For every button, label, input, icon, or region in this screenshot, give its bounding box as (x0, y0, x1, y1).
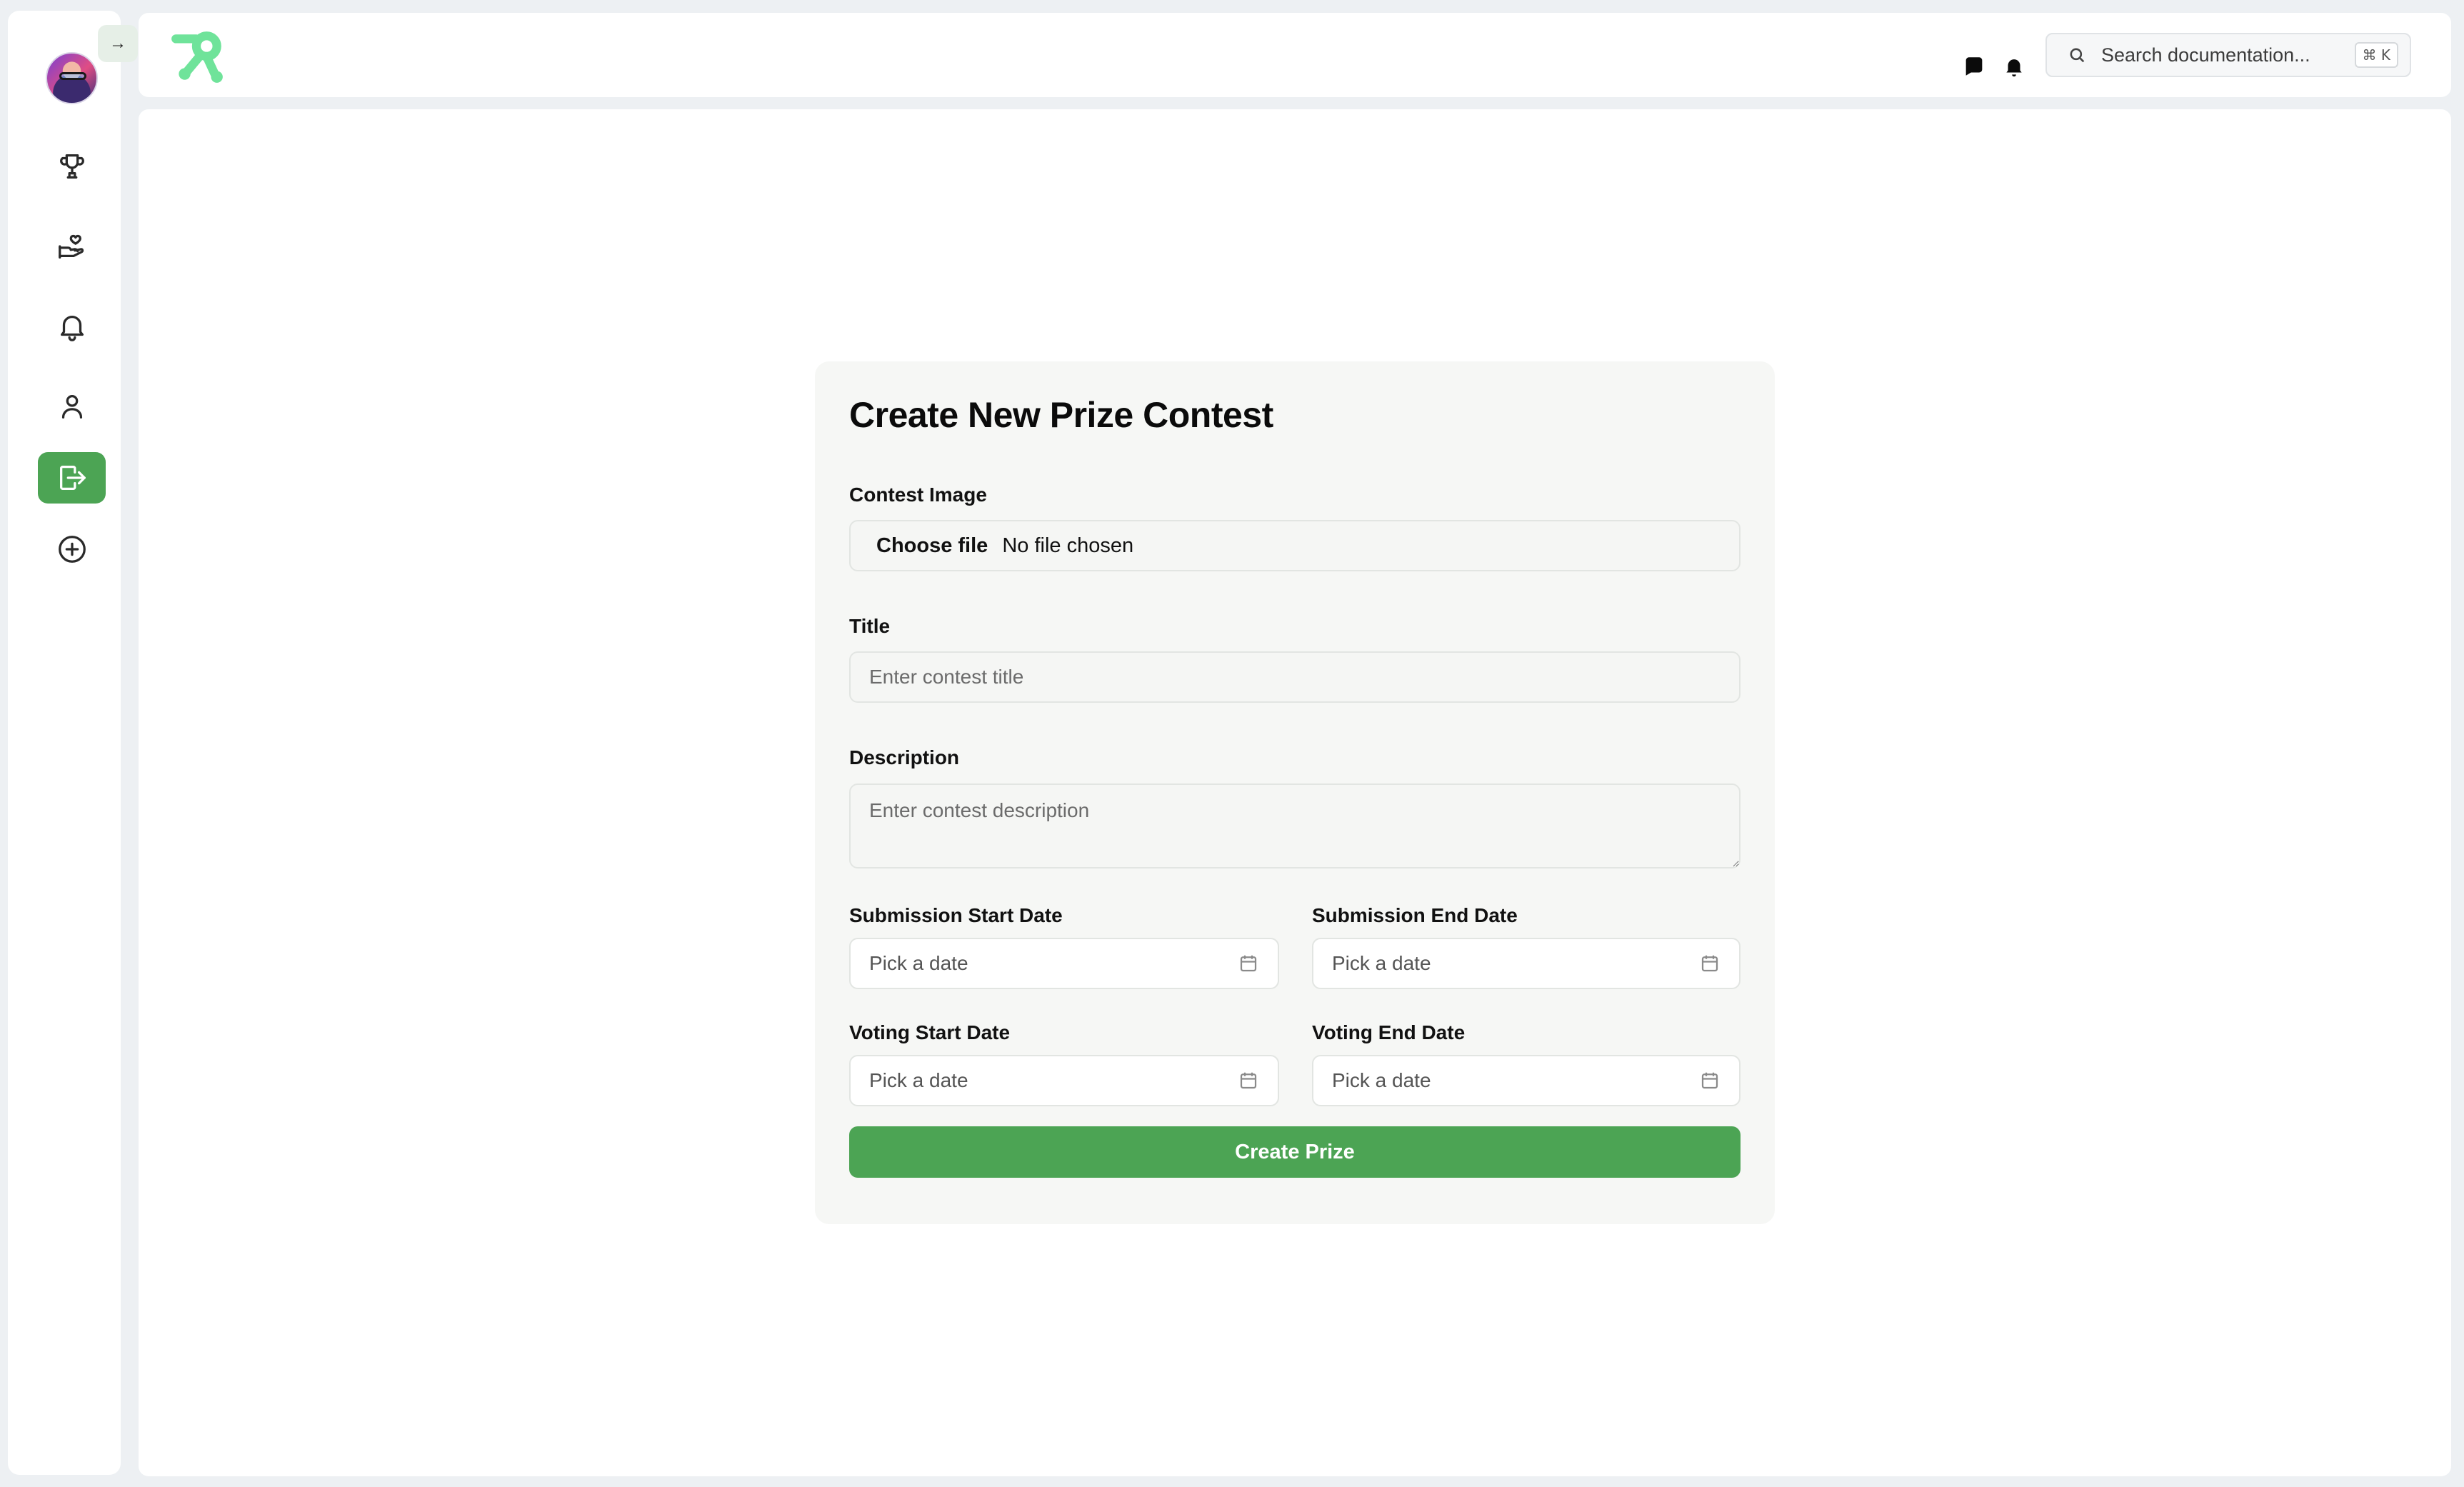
bell-icon (60, 316, 84, 341)
user-avatar[interactable] (46, 52, 98, 104)
top-header: ⌘ K (139, 13, 2451, 97)
contest-image-file-input[interactable]: Choose file No file chosen (849, 520, 1741, 571)
submission-end-date-picker[interactable]: Pick a date (1312, 938, 1741, 989)
title-label: Title (849, 615, 891, 637)
calendar-icon (1240, 1072, 1257, 1089)
date-placeholder: Pick a date (1332, 952, 1431, 974)
app-logo[interactable] (169, 29, 227, 87)
date-placeholder: Pick a date (1332, 1069, 1431, 1091)
sidebar-item-create[interactable] (38, 524, 106, 575)
search-icon (2070, 48, 2085, 63)
voting-start-date-label: Voting Start Date (849, 1021, 1011, 1043)
hand-heart-icon (58, 234, 84, 259)
submission-start-date-label: Submission Start Date (849, 904, 1063, 926)
plus-circle-icon (58, 536, 86, 563)
notification-bell-icon[interactable] (2002, 54, 2026, 79)
sidebar-collapse-button[interactable]: → (98, 25, 138, 62)
search-shortcut-badge: ⌘ K (2354, 42, 2398, 68)
user-icon (61, 394, 82, 419)
sidebar-item-contests[interactable] (38, 141, 106, 192)
voting-start-date-picker[interactable]: Pick a date (849, 1055, 1279, 1106)
main-content: Create New Prize Contest Contest Image C… (139, 109, 2451, 1476)
calendar-icon (1701, 1072, 1718, 1089)
trophy-icon (59, 154, 84, 179)
file-status-text: No file chosen (1002, 534, 1134, 557)
sidebar-item-notifications[interactable] (38, 301, 106, 352)
logout-icon (59, 466, 86, 490)
choose-file-button[interactable]: Choose file (876, 534, 988, 558)
create-prize-button[interactable]: Create Prize (849, 1126, 1741, 1178)
voting-end-date-picker[interactable]: Pick a date (1312, 1055, 1741, 1106)
date-placeholder: Pick a date (869, 952, 968, 974)
search-bar[interactable]: ⌘ K (2045, 33, 2411, 77)
voting-end-date-label: Voting End Date (1312, 1021, 1466, 1043)
description-textarea[interactable] (849, 783, 1741, 868)
calendar-icon (1701, 955, 1718, 972)
sidebar-item-profile[interactable] (38, 381, 106, 432)
search-input[interactable] (2101, 44, 2337, 66)
create-contest-card: Create New Prize Contest Contest Image C… (815, 361, 1775, 1224)
submission-end-date-label: Submission End Date (1312, 904, 1518, 926)
form-title: Create New Prize Contest (849, 395, 1273, 435)
chat-icon[interactable] (1962, 54, 1986, 79)
sidebar-item-logout[interactable] (38, 452, 106, 504)
description-label: Description (849, 746, 960, 768)
date-placeholder: Pick a date (869, 1069, 968, 1091)
calendar-icon (1240, 955, 1257, 972)
title-input[interactable] (849, 651, 1741, 703)
sidebar-item-donations[interactable] (38, 221, 106, 272)
submission-start-date-picker[interactable]: Pick a date (849, 938, 1279, 989)
contest-image-label: Contest Image (849, 484, 987, 506)
sidebar (8, 11, 121, 1475)
